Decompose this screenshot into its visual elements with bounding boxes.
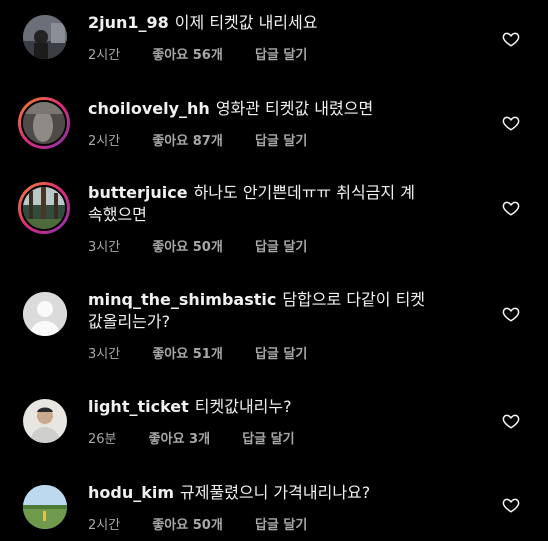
comment-item: minq_the_shimbastic 담합으로 다같이 티켓값올리는가? 3시간… xyxy=(0,287,548,397)
reply-button[interactable]: 답글 달기 xyxy=(255,343,307,362)
reply-button[interactable]: 답글 달기 xyxy=(255,236,307,255)
comment-likes[interactable]: 좋아요 50개 xyxy=(152,514,222,533)
avatar[interactable] xyxy=(23,399,67,443)
comment-username[interactable]: hodu_kim xyxy=(88,483,174,502)
comment-time: 26분 xyxy=(88,432,117,447)
comment-likes[interactable]: 좋아요 51개 xyxy=(152,343,222,362)
avatar[interactable] xyxy=(23,292,67,336)
comment-time: 2시간 xyxy=(88,134,121,149)
comment-text: 규제풀렸으니 가격내리나요? xyxy=(180,483,371,502)
heart-icon[interactable] xyxy=(502,114,520,132)
reply-button[interactable]: 답글 달기 xyxy=(255,44,307,63)
comment-username[interactable]: light_ticket xyxy=(88,397,189,416)
heart-icon[interactable] xyxy=(502,412,520,430)
comment-item: 2jun1_98 이제 티켓값 내리세요 2시간 좋아요 56개 답글 달기 xyxy=(0,10,548,100)
comment-likes[interactable]: 좋아요 87개 xyxy=(152,130,222,149)
comment-likes[interactable]: 좋아요 3개 xyxy=(149,428,210,447)
comment-item: light_ticket 티켓값내리누? 26분 좋아요 3개 답글 달기 xyxy=(0,394,548,484)
comment-username[interactable]: 2jun1_98 xyxy=(88,13,169,32)
reply-button[interactable]: 답글 달기 xyxy=(242,428,294,447)
comment-time: 3시간 xyxy=(88,240,121,255)
comment-text: 이제 티켓값 내리세요 xyxy=(174,13,318,32)
avatar[interactable] xyxy=(23,15,67,59)
heart-icon[interactable] xyxy=(502,30,520,48)
comment-text: 영화관 티켓값 내렸으면 xyxy=(215,99,374,118)
comment-time: 2시간 xyxy=(88,48,121,63)
comment-time: 2시간 xyxy=(88,518,121,533)
comment-item: hodu_kim 규제풀렸으니 가격내리나요? 2시간 좋아요 50개 답글 달기 xyxy=(0,480,548,541)
reply-button[interactable]: 답글 달기 xyxy=(255,514,307,533)
heart-icon[interactable] xyxy=(502,199,520,217)
reply-button[interactable]: 답글 달기 xyxy=(255,130,307,149)
comment-likes[interactable]: 좋아요 50개 xyxy=(152,236,222,255)
heart-icon[interactable] xyxy=(502,496,520,514)
comment-likes[interactable]: 좋아요 56개 xyxy=(152,44,222,63)
comment-list: 2jun1_98 이제 티켓값 내리세요 2시간 좋아요 56개 답글 달기 ch… xyxy=(0,0,548,541)
avatar[interactable] xyxy=(23,485,67,529)
comment-time: 3시간 xyxy=(88,347,121,362)
comment-text: 티켓값내리누? xyxy=(194,397,292,416)
comment-username[interactable]: butterjuice xyxy=(88,183,188,202)
avatar[interactable] xyxy=(18,182,70,234)
comment-username[interactable]: choilovely_hh xyxy=(88,99,210,118)
comment-item: choilovely_hh 영화관 티켓값 내렸으면 2시간 좋아요 87개 답글… xyxy=(0,96,548,186)
avatar[interactable] xyxy=(18,97,70,149)
comment-item: butterjuice 하나도 안기쁜데ㅠㅠ 취식금지 계속했으면 3시간 좋아요… xyxy=(0,180,548,290)
user-silhouette-icon xyxy=(23,292,67,336)
heart-icon[interactable] xyxy=(502,305,520,323)
comment-username[interactable]: minq_the_shimbastic xyxy=(88,290,276,309)
